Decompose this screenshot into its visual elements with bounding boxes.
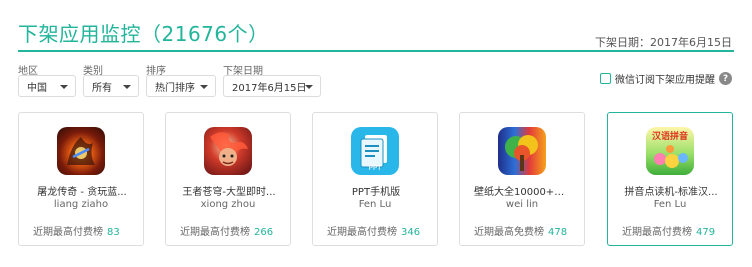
rank-number: 478 [548,227,568,238]
wallpaper-tree-icon [498,127,546,175]
rank-label: 近期最高付费榜 [622,227,692,238]
chevron-down-icon [60,85,68,89]
sort-select[interactable]: 热门排序 [146,75,216,97]
app-author: xiong zhou [200,199,256,210]
app-author: wei lin [505,199,539,210]
date-select-value: 2017年6月15日 [232,82,307,94]
rank-number: 346 [401,227,421,238]
rank-label: 近期最高付费榜 [180,227,250,238]
rank-row: 近期最高付费榜 346 [327,223,420,238]
category-select-value: 所有 [92,82,112,94]
app-author: Fen Lu [358,199,392,210]
date-select[interactable]: 2017年6月15日 [223,75,321,97]
ppt-icon-text: PPT [368,164,382,172]
region-select-value: 中国 [27,82,47,94]
rank-row: 近期最高付费榜 83 [33,223,120,238]
chevron-down-icon [123,85,131,89]
rank-number: 83 [107,227,120,238]
chevron-down-icon [305,85,313,89]
rank-label: 近期最高付费榜 [33,227,103,238]
rank-label: 近期最高免费榜 [474,227,544,238]
wechat-subscribe: 微信订阅下架应用提醒 ? [600,71,732,86]
app-name[interactable]: 王者苍穹-大型即时... [180,183,278,198]
dragon-game-icon [57,127,105,175]
region-select[interactable]: 中国 [18,75,76,97]
app-name[interactable]: PPT手机版 [327,183,425,198]
category-select[interactable]: 所有 [83,75,139,97]
app-name[interactable]: 壁纸大全10000+每... [474,183,572,198]
page-title: 下架应用监控（21676个） [18,22,269,46]
rank-row: 近期最高免费榜 478 [474,223,567,238]
subscribe-label[interactable]: 微信订阅下架应用提醒 [615,71,715,86]
app-name[interactable]: 拼音点读机-标准汉... [622,183,720,198]
warrior-game-icon [204,127,252,175]
chevron-down-icon [200,85,208,89]
pinyin-reader-icon: 汉语拼音 [646,127,694,175]
app-card[interactable]: 屠龙传奇 - 贪玩蓝... liang ziaho 近期最高付费榜 83 [18,112,144,246]
ppt-document-icon: PPT [351,127,399,175]
app-card[interactable]: 壁纸大全10000+每... wei lin 近期最高免费榜 478 [459,112,585,246]
subscribe-checkbox[interactable] [600,73,611,84]
app-card[interactable]: 王者苍穹-大型即时... xiong zhou 近期最高付费榜 266 [165,112,291,246]
rank-number: 479 [696,227,716,238]
app-name[interactable]: 屠龙传奇 - 贪玩蓝... [33,183,131,198]
app-author: Fen Lu [653,199,687,210]
app-card[interactable]: PPT PPT手机版 Fen Lu 近期最高付费榜 346 [312,112,438,246]
app-card[interactable]: 汉语拼音 拼音点读机-标准汉... Fen Lu 近期最高付费榜 479 [607,112,733,246]
help-icon[interactable]: ? [719,72,732,85]
rank-label: 近期最高付费榜 [327,227,397,238]
rank-row: 近期最高付费榜 479 [622,223,715,238]
title-divider [18,50,734,52]
rank-row: 近期最高付费榜 266 [180,223,273,238]
sort-select-value: 热门排序 [155,82,195,94]
app-author: liang ziaho [53,199,109,210]
rank-number: 266 [254,227,274,238]
removal-date: 下架日期：2017年6月15日 [595,36,732,49]
